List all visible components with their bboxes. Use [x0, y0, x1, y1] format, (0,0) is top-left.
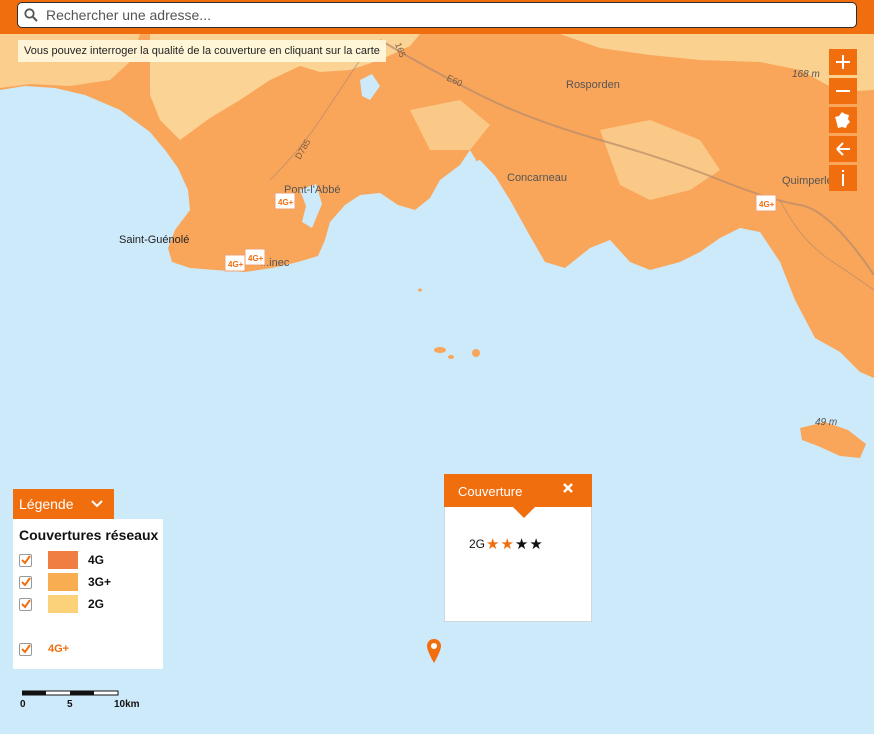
legend-item-3g: 3G+	[19, 573, 111, 591]
popup-title: Couverture	[458, 484, 523, 499]
map-pin-icon[interactable]	[426, 638, 442, 664]
arrow-left-icon	[836, 142, 850, 156]
info-icon	[842, 170, 844, 186]
map-controls	[829, 49, 857, 194]
popup-header: Couverture	[444, 474, 592, 507]
scale-label: 10km	[114, 699, 140, 710]
svg-text:4G+: 4G+	[248, 254, 264, 263]
zoom-in-button[interactable]	[829, 49, 857, 75]
legend-label-2g: 2G	[88, 597, 105, 611]
star-filled-icon: ★	[486, 536, 501, 553]
star-empty-icon: ★	[514, 536, 530, 553]
legend-swatch-2g	[48, 595, 78, 613]
legend-title: Couvertures réseaux	[19, 527, 159, 543]
rating-tech-label: 2G	[469, 537, 486, 551]
svg-text:4G+: 4G+	[228, 260, 244, 269]
4g-plus-badge: 4G+	[755, 194, 777, 212]
legend-item-4g-plus: 4G+	[19, 640, 69, 658]
legend-swatch-4g	[48, 551, 78, 569]
legend-checkbox-4g[interactable]	[19, 553, 32, 567]
legend-item-4g: 4G	[19, 551, 104, 569]
search-icon	[18, 3, 44, 27]
star-filled-icon: ★	[500, 536, 515, 553]
check-icon	[20, 599, 31, 609]
legend-checkbox-4g-plus[interactable]	[19, 642, 32, 656]
legend-tab-label: Légende	[19, 496, 74, 512]
popup-arrow	[513, 507, 535, 518]
place-label: Saint-Guénolé	[119, 234, 189, 246]
legend-checkbox-2g[interactable]	[19, 597, 32, 611]
scale-label: 5	[67, 699, 73, 710]
france-map-icon	[835, 112, 850, 128]
minus-icon	[836, 90, 850, 92]
4g-plus-badge: 4G+	[274, 192, 296, 210]
elevation-label: 49 m	[815, 417, 837, 428]
back-button[interactable]	[829, 136, 857, 162]
check-icon	[20, 555, 31, 565]
legend-label-4g: 4G	[88, 553, 105, 567]
plus-icon	[836, 55, 850, 69]
scale-label: 0	[20, 699, 26, 710]
place-label: Rosporden	[566, 79, 620, 91]
close-icon[interactable]	[562, 482, 576, 496]
top-bar	[0, 0, 874, 34]
legend-checkbox-3g[interactable]	[19, 575, 32, 589]
search-input[interactable]	[44, 4, 856, 26]
map-hint: Vous pouvez interroger la qualité de la …	[18, 40, 386, 62]
coverage-rating-2g: 2G ★★★★	[469, 535, 544, 553]
france-view-button[interactable]	[829, 107, 857, 133]
svg-text:4G+: 4G+	[759, 200, 775, 209]
zoom-out-button[interactable]	[829, 78, 857, 104]
place-label: Concarneau	[507, 172, 567, 184]
elevation-label: 168 m	[792, 69, 820, 80]
scale-bar: 0 5 10km	[20, 690, 140, 712]
coverage-popup: Couverture 2G ★★★★	[444, 474, 592, 622]
legend-label-3g: 3G+	[88, 575, 112, 589]
legend-swatch-3g	[48, 573, 78, 591]
legend-item-2g: 2G	[19, 595, 104, 613]
check-icon	[20, 577, 31, 587]
star-empty-icon: ★	[529, 536, 544, 553]
4g-plus-badge: 4G+	[224, 254, 246, 272]
chevron-down-icon	[90, 497, 104, 511]
place-label: Quimperlé	[782, 175, 833, 187]
check-icon	[20, 644, 31, 654]
address-search[interactable]	[17, 2, 857, 28]
rating-stars: ★★★★	[486, 535, 544, 553]
legend-label-4g-plus: 4G+	[48, 643, 70, 655]
legend-toggle[interactable]: Légende	[13, 489, 114, 519]
4g-plus-badge: 4G+	[244, 248, 266, 266]
svg-text:4G+: 4G+	[278, 198, 294, 207]
info-button[interactable]	[829, 165, 857, 191]
legend-panel: Couvertures réseaux 4G 3G+ 2G 4G+	[13, 519, 163, 669]
